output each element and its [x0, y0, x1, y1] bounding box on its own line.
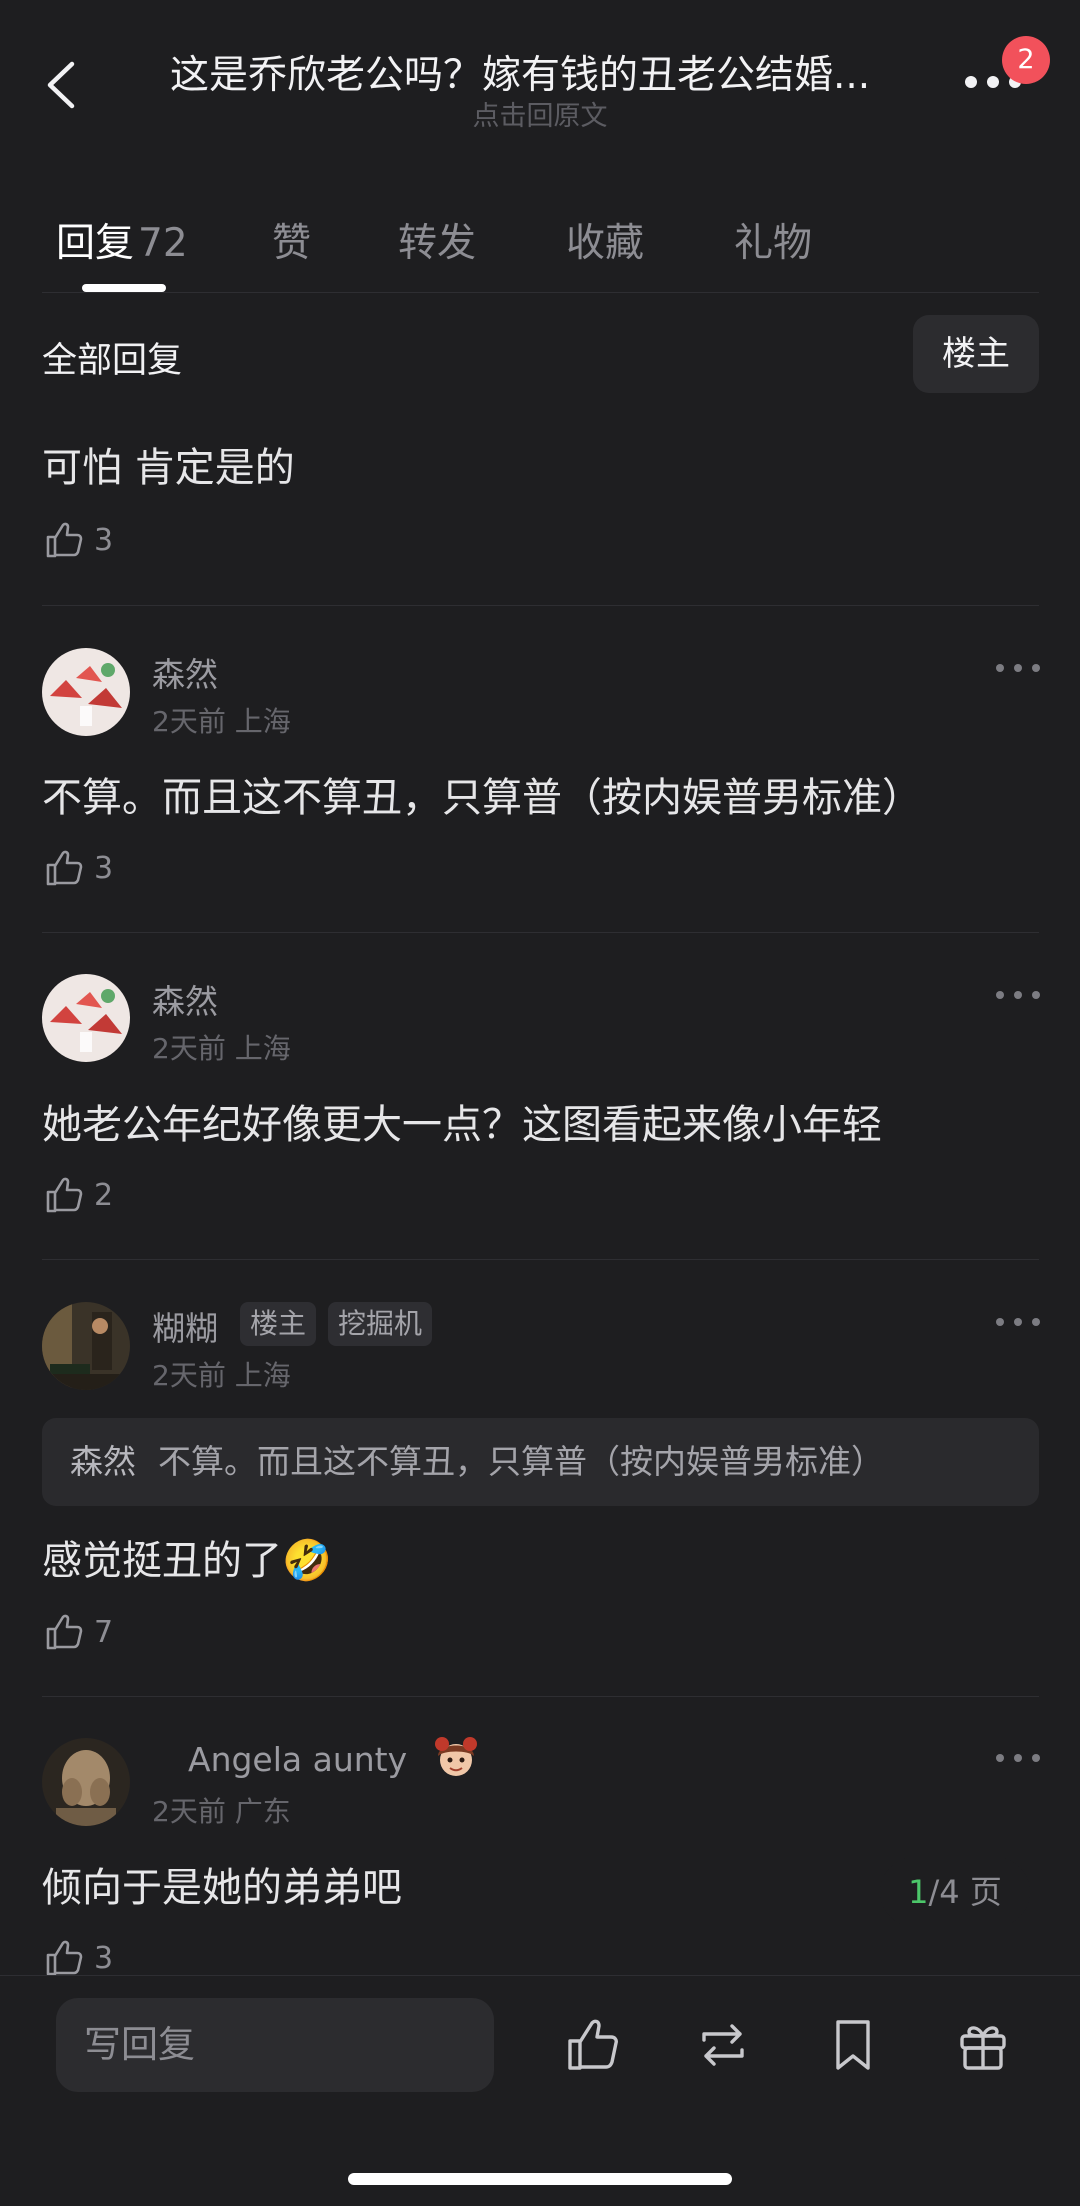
username[interactable]: Angela aunty: [188, 1740, 407, 1779]
page-title[interactable]: 这是乔欣老公吗？嫁有钱的丑老公结婚...: [170, 44, 910, 100]
op-only-filter-button[interactable]: 楼主: [913, 315, 1039, 393]
user-badge-tag: 挖掘机: [328, 1302, 433, 1346]
thumb-up-icon: [46, 1614, 83, 1650]
back-to-original-link[interactable]: 点击回原文: [0, 94, 1080, 133]
quoted-reply[interactable]: 森然 不算。而且这不算丑，只算普（按内娱普男标准）: [42, 1418, 1039, 1506]
like-count: 3: [94, 522, 114, 558]
tab-likes[interactable]: 赞: [272, 212, 311, 268]
tab-replies-label: 回复: [56, 221, 135, 266]
op-tag: 楼主: [240, 1302, 317, 1346]
repost-icon[interactable]: [692, 2014, 754, 2076]
avatar[interactable]: [42, 974, 130, 1062]
total-pages: /4 页: [928, 1873, 1002, 1911]
home-indicator: [348, 2173, 732, 2185]
quoted-text: 不算。而且这不算丑，只算普（按内娱普男标准）: [158, 1442, 884, 1481]
tab-replies-count: 72: [138, 221, 188, 266]
avatar[interactable]: [42, 1738, 130, 1826]
comment-divider: [42, 932, 1039, 933]
notification-badge: 2: [1002, 36, 1050, 84]
comment-text: 她老公年纪好像更大一点？这图看起来像小年轻: [42, 1102, 882, 1148]
thumb-up-icon: [46, 850, 83, 886]
like-count: 3: [94, 850, 114, 886]
like-button[interactable]: 3: [42, 518, 113, 562]
like-button[interactable]: 2: [42, 1173, 113, 1217]
comment-text: 感觉挺丑的了🤣: [42, 1538, 332, 1584]
quoted-username: 森然: [70, 1442, 136, 1481]
comment-more-icon[interactable]: [996, 988, 1040, 1002]
tab-favorites[interactable]: 收藏: [566, 212, 644, 268]
comment-meta: 2天前 上海: [152, 1032, 291, 1065]
comment-divider: [42, 1259, 1039, 1260]
like-count: 2: [94, 1177, 114, 1213]
thumb-up-icon: [46, 1940, 83, 1976]
username[interactable]: 森然: [152, 648, 218, 696]
avatar[interactable]: [42, 648, 130, 736]
tabs-divider: [42, 292, 1039, 293]
comment-text: 倾向于是她的弟弟吧: [42, 1865, 402, 1911]
gift-icon[interactable]: [952, 2014, 1014, 2076]
page-indicator[interactable]: 1/4 页: [880, 1857, 1030, 1927]
tab-gifts[interactable]: 礼物: [734, 212, 812, 268]
like-count: 7: [94, 1614, 114, 1650]
comment-more-icon[interactable]: [996, 661, 1040, 675]
tab-replies[interactable]: 回复 72: [56, 212, 188, 268]
cartoon-girl-icon: [435, 1737, 477, 1776]
comment-divider: [42, 605, 1039, 606]
comment-meta: 2天前 上海: [152, 1359, 291, 1392]
comment-meta: 2天前 广东: [152, 1795, 291, 1828]
comment-meta: 2天前 上海: [152, 705, 291, 738]
username[interactable]: 糊糊: [152, 1302, 218, 1350]
tab-reposts[interactable]: 转发: [398, 212, 476, 268]
reply-input[interactable]: 写回复: [56, 1998, 494, 2092]
username[interactable]: 森然: [152, 975, 218, 1023]
section-title: 全部回复: [42, 341, 183, 381]
current-page: 1: [908, 1873, 929, 1911]
bookmark-icon[interactable]: [822, 2014, 884, 2076]
comment-text: 可怕 肯定是的: [42, 445, 295, 491]
like-count: 3: [94, 1940, 114, 1976]
avatar[interactable]: [42, 1302, 130, 1390]
bottom-action-bar: 写回复: [0, 1975, 1080, 2206]
like-button[interactable]: 3: [42, 846, 113, 890]
active-tab-indicator: [82, 284, 166, 292]
comment-more-icon[interactable]: [996, 1315, 1040, 1329]
tab-bar: 回复 72 赞 转发 收藏 礼物: [0, 200, 1080, 292]
top-nav-bar: 这是乔欣老公吗？嫁有钱的丑老公结婚... 点击回原文 2: [0, 0, 1080, 175]
thumb-up-icon: [46, 1177, 83, 1213]
like-button[interactable]: 3: [42, 1936, 113, 1980]
thumb-up-icon[interactable]: [562, 2014, 624, 2076]
comment-more-icon[interactable]: [996, 1751, 1040, 1765]
comment-text: 不算。而且这不算丑，只算普（按内娱普男标准）: [42, 775, 922, 821]
comment-divider: [42, 1696, 1039, 1697]
like-button[interactable]: 7: [42, 1610, 113, 1654]
thumb-up-icon: [46, 522, 83, 558]
